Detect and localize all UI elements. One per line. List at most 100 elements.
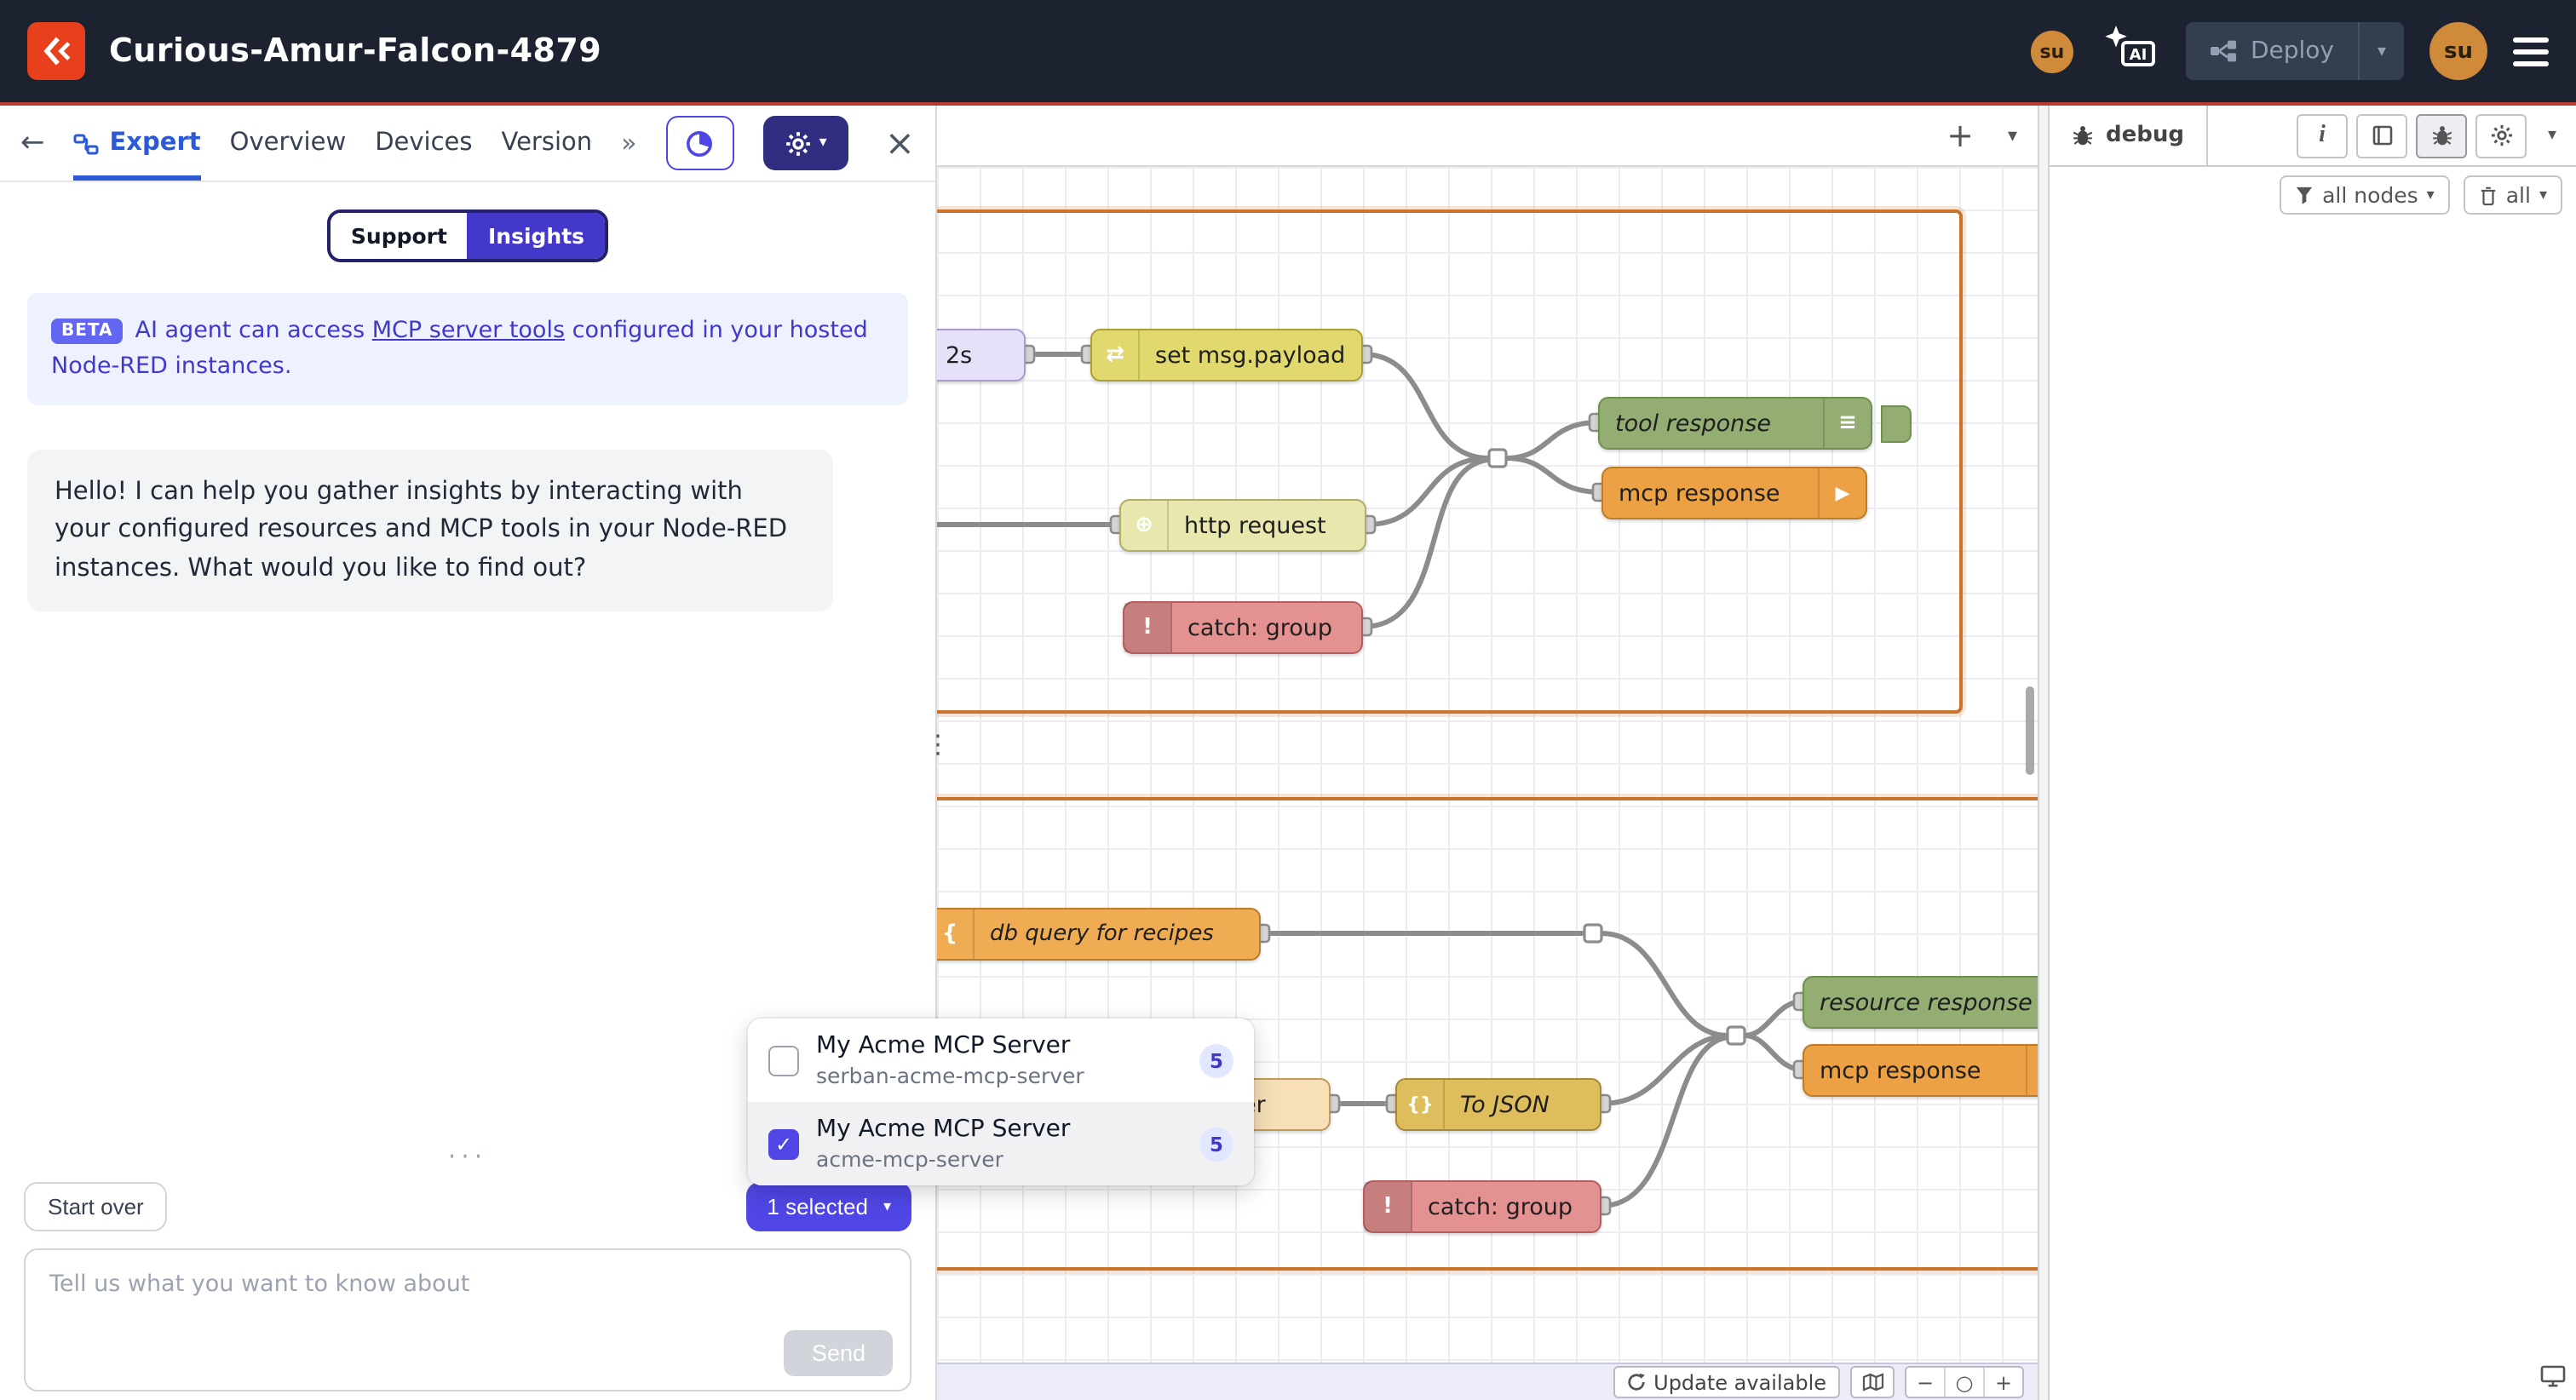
- add-flow-icon[interactable]: +: [1946, 117, 1974, 154]
- node-debug-resource-response[interactable]: resource response ≡: [1803, 976, 2038, 1029]
- book-icon: [2371, 124, 2393, 146]
- flowfuse-logo-icon[interactable]: [27, 22, 85, 80]
- composer-input[interactable]: [26, 1250, 910, 1390]
- settings-sidebar-button[interactable]: [2475, 113, 2527, 158]
- user-avatar[interactable]: su: [2429, 22, 2487, 80]
- start-over-button[interactable]: Start over: [24, 1182, 168, 1231]
- map-icon: [1861, 1371, 1883, 1393]
- tab-label: Devices: [375, 129, 472, 157]
- arrow-right-icon: ▶: [1818, 468, 1866, 518]
- server-option-2[interactable]: ✓ My Acme MCP Server acme-mcp-server 5: [748, 1102, 1254, 1185]
- tab-overflow-icon[interactable]: »: [621, 128, 636, 158]
- debug-list-icon: ≡: [1823, 399, 1871, 448]
- update-available-button[interactable]: Update available: [1613, 1366, 1840, 1398]
- deploy-icon: [2210, 39, 2237, 63]
- debug-enable-toggle[interactable]: [1881, 405, 1912, 443]
- bug-icon: [2072, 123, 2094, 147]
- gear-icon: [785, 130, 811, 156]
- ai-assistant-icon[interactable]: AI: [2099, 22, 2160, 80]
- beta-text-before: AI agent can access: [135, 317, 372, 344]
- help-sidebar-button[interactable]: [2356, 113, 2407, 158]
- node-to-json[interactable]: {} To JSON: [1395, 1078, 1601, 1131]
- composer-box: Send: [24, 1248, 911, 1391]
- node-set-msg-payload[interactable]: ⇄ set msg.payload: [1090, 329, 1363, 382]
- server-dropdown-popup: My Acme MCP Server serban-acme-mcp-serve…: [748, 1018, 1254, 1185]
- tab-version[interactable]: Version: [502, 106, 593, 181]
- server-option-1[interactable]: My Acme MCP Server serban-acme-mcp-serve…: [748, 1018, 1254, 1102]
- svg-text:AI: AI: [2130, 46, 2148, 64]
- node-mcp-response-1[interactable]: mcp response ▶: [1601, 467, 1867, 519]
- sidebar-splitter[interactable]: [2038, 106, 2050, 1400]
- clear-all-label: all: [2506, 182, 2531, 208]
- tab-devices[interactable]: Devices: [375, 106, 472, 181]
- flow-editor: + ▾: [937, 106, 2038, 1400]
- send-button[interactable]: Send: [785, 1330, 893, 1376]
- hamburger-menu-icon[interactable]: [2513, 37, 2549, 66]
- zoom-reset-icon[interactable]: ○: [1944, 1368, 1983, 1397]
- filter-nodes-button[interactable]: all nodes ▾: [2280, 175, 2450, 215]
- clear-messages-button[interactable]: all ▾: [2464, 175, 2562, 215]
- node-catch-group-2[interactable]: ! catch: group: [1363, 1180, 1601, 1233]
- zoom-out-icon[interactable]: −: [1906, 1368, 1944, 1397]
- back-arrow-icon[interactable]: ←: [20, 126, 45, 160]
- gear-icon: [2490, 124, 2512, 146]
- node-label: db query for recipes: [975, 921, 1259, 947]
- panel-tabbar: ← Expert Overview Devices Version »: [0, 106, 935, 182]
- assistant-panel: ← Expert Overview Devices Version »: [0, 106, 937, 1400]
- node-label: mcp response: [1804, 1057, 2026, 1084]
- node-label: To JSON: [1445, 1091, 1600, 1118]
- node-delay-2s[interactable]: 2s: [937, 329, 1026, 382]
- sidebar-menu-chevron-icon[interactable]: ▾: [2535, 126, 2569, 145]
- brace-icon: {: [937, 909, 975, 959]
- deploy-button[interactable]: Deploy ▾: [2186, 22, 2404, 80]
- navigator-map-button[interactable]: [1850, 1366, 1895, 1398]
- chevron-down-icon: ▾: [2378, 42, 2386, 60]
- zoom-in-icon[interactable]: +: [1983, 1368, 2022, 1397]
- junctions[interactable]: [1489, 450, 1745, 1044]
- exclamation-icon: !: [1365, 1182, 1412, 1231]
- checkbox-unchecked[interactable]: [768, 1045, 799, 1076]
- chevron-down-icon: ▾: [2539, 186, 2547, 204]
- mini-avatar[interactable]: su: [2031, 30, 2073, 72]
- insights-toggle-button[interactable]: Insights: [468, 213, 605, 259]
- tab-label: Expert: [110, 129, 201, 157]
- insights-chart-button[interactable]: [666, 116, 734, 170]
- mcp-server-tools-link[interactable]: MCP server tools: [372, 317, 565, 344]
- node-db-query[interactable]: { db query for recipes: [937, 908, 1261, 961]
- debug-toolbar: all nodes ▾ all ▾: [2050, 167, 2576, 225]
- mode-toggle: Support Insights: [0, 209, 935, 262]
- tab-debug[interactable]: debug: [2050, 106, 2208, 165]
- deploy-caret[interactable]: ▾: [2358, 22, 2404, 80]
- funnel-icon: [2295, 185, 2314, 205]
- info-sidebar-button[interactable]: i: [2297, 113, 2348, 158]
- selection-label: 1 selected: [767, 1194, 868, 1219]
- tool-count-badge: 5: [1199, 1127, 1233, 1161]
- support-toggle-button[interactable]: Support: [331, 213, 468, 259]
- node-catch-group-1[interactable]: ! catch: group: [1123, 601, 1363, 654]
- node-label: resource response: [1804, 989, 2038, 1016]
- server-title: My Acme MCP Server: [816, 1116, 1070, 1143]
- server-selection-button[interactable]: 1 selected ▾: [746, 1182, 911, 1231]
- checkbox-checked[interactable]: ✓: [768, 1128, 799, 1159]
- debug-sidebar-button[interactable]: [2416, 113, 2467, 158]
- flow-list-chevron-icon[interactable]: ▾: [2008, 124, 2017, 146]
- bug-icon: [2430, 123, 2452, 147]
- node-label: catch: group: [1172, 614, 1361, 641]
- tab-overview[interactable]: Overview: [230, 106, 347, 181]
- sidebar-tabbar: debug i: [2050, 106, 2576, 167]
- node-mcp-response-2[interactable]: mcp response ▶: [1803, 1044, 2038, 1097]
- tab-expert[interactable]: Expert: [74, 106, 201, 181]
- server-subtitle: acme-mcp-server: [816, 1146, 1070, 1172]
- panel-resize-handle[interactable]: ⋮: [925, 729, 951, 760]
- node-debug-tool-response[interactable]: tool response ≡: [1598, 397, 1872, 450]
- event-log-console-button[interactable]: [2540, 1363, 2566, 1395]
- canvas-scrollbar-thumb[interactable]: [2026, 686, 2034, 775]
- tool-count-badge: 5: [1199, 1043, 1233, 1077]
- chevron-down-icon: ▾: [883, 1197, 891, 1216]
- server-title: My Acme MCP Server: [816, 1032, 1084, 1059]
- assistant-settings-button[interactable]: ▾: [763, 116, 849, 170]
- pie-chart-icon: [686, 129, 715, 158]
- app-root: Curious-Amur-Falcon-4879 su AI: [0, 0, 2576, 1400]
- node-http-request[interactable]: ⊕ http request: [1119, 499, 1366, 552]
- close-icon[interactable]: ×: [885, 123, 915, 164]
